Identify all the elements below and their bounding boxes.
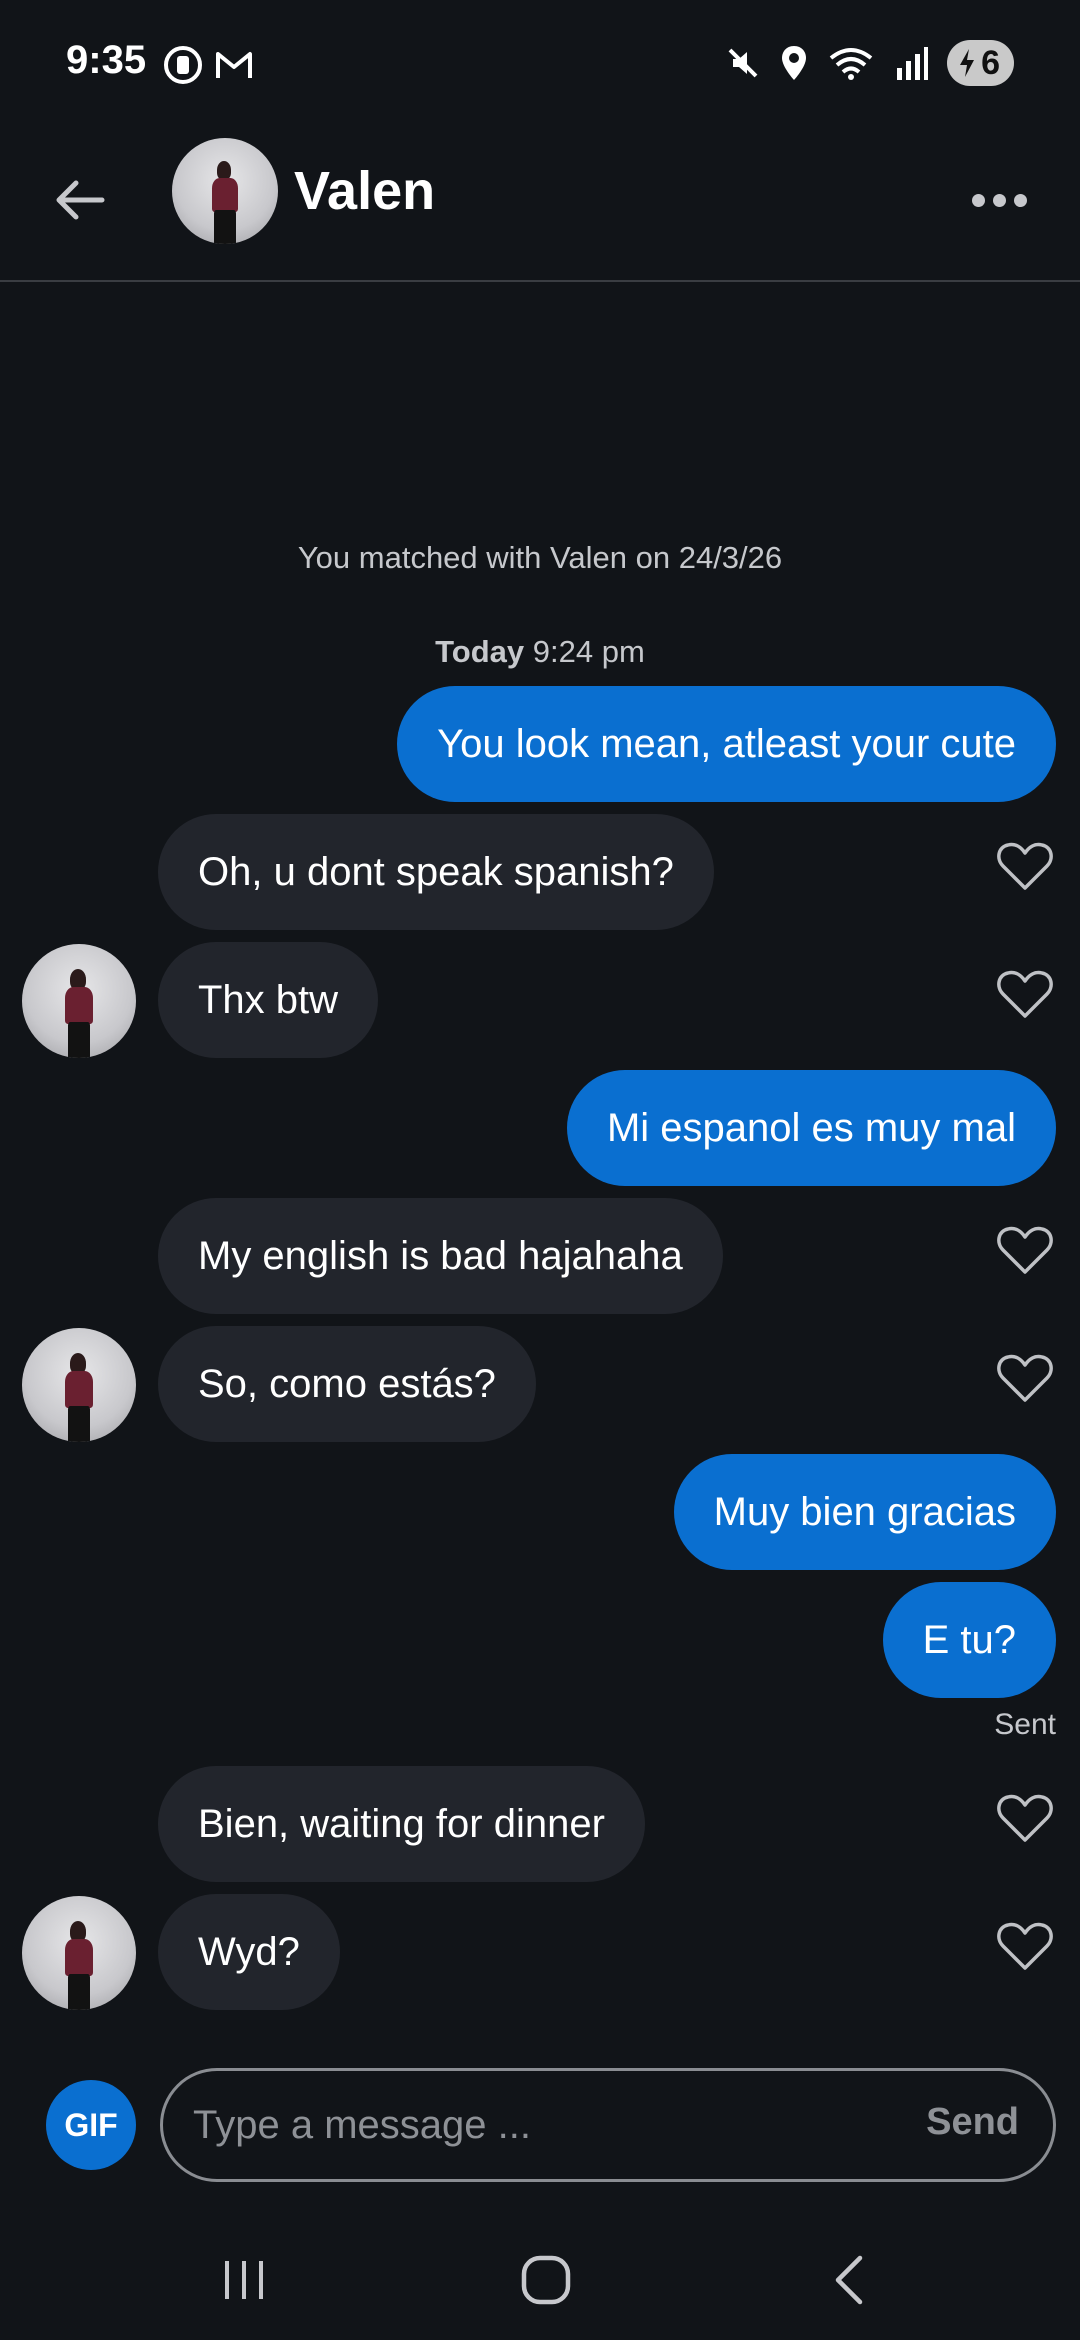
avatar[interactable] [172, 138, 278, 244]
heart-icon[interactable] [996, 968, 1054, 1020]
message-text: My english is bad hajahaha [198, 1233, 683, 1278]
home-icon [521, 2255, 571, 2305]
sent-status: Sent [994, 1708, 1056, 1741]
message-input[interactable] [193, 2071, 893, 2179]
system-icons: 6 [725, 40, 1014, 86]
avatar-photo [22, 1328, 136, 1442]
battery-charging-icon [960, 49, 975, 77]
mute-icon [728, 48, 758, 78]
date-day: Today [435, 634, 525, 669]
more-horizontal-icon [971, 193, 985, 207]
message-bubble-outgoing[interactable]: E tu? [882, 1582, 1056, 1698]
heart-icon[interactable] [996, 1920, 1054, 1972]
back-button[interactable] [50, 170, 110, 230]
recent-apps-button[interactable] [204, 2240, 284, 2320]
message-text: You look mean, atleast your cute [437, 721, 1016, 766]
avatar[interactable] [22, 944, 136, 1058]
message-text: Bien, waiting for dinner [198, 1801, 605, 1846]
recent-apps-icon [225, 2261, 263, 2299]
notification-icons [162, 44, 254, 86]
message-bubble-incoming[interactable]: Thx btw [158, 942, 379, 1058]
arrow-left-icon [56, 180, 105, 220]
avatar-photo [22, 1896, 136, 2010]
date-time: 9:24 pm [532, 634, 645, 669]
back-nav-button[interactable] [810, 2240, 890, 2320]
avatar-photo [172, 138, 278, 244]
date-divider: Today 9:24 pm [0, 634, 1080, 670]
message-bubble-incoming[interactable]: Bien, waiting for dinner [158, 1766, 645, 1882]
battery-indicator: 6 [947, 40, 1014, 86]
message-bubble-incoming[interactable]: So, como estás? [158, 1326, 536, 1442]
message-text: So, como estás? [198, 1361, 496, 1406]
contact-name[interactable]: Valen [294, 160, 435, 222]
home-button[interactable] [506, 2240, 586, 2320]
battery-level: 6 [981, 43, 1000, 82]
system-nav-bar [0, 2220, 1080, 2340]
heart-icon[interactable] [996, 840, 1054, 892]
status-time: 9:35 [66, 38, 147, 82]
wifi-icon [829, 48, 873, 80]
avatar[interactable] [22, 1328, 136, 1442]
heart-icon[interactable] [996, 1792, 1054, 1844]
heart-icon[interactable] [996, 1352, 1054, 1404]
location-icon [782, 46, 807, 80]
status-bar: 9:35 6 [0, 0, 1080, 130]
gmail-icon [216, 52, 252, 78]
match-notice: You matched with Valen on 24/3/26 [297, 540, 783, 575]
message-text: Mi espanol es muy mal [606, 1105, 1016, 1150]
message-composer: Send [160, 2068, 1056, 2182]
message-bubble-outgoing[interactable]: Mi espanol es muy mal [566, 1070, 1056, 1186]
avatar-photo [22, 944, 136, 1058]
more-options-button[interactable] [964, 170, 1034, 230]
heart-icon[interactable] [996, 1224, 1054, 1276]
message-text: Thx btw [198, 977, 339, 1022]
avatar[interactable] [22, 1896, 136, 2010]
signal-icon [897, 47, 929, 80]
chat-header: Valen [0, 130, 1080, 282]
message-bubble-incoming[interactable]: Oh, u dont speak spanish? [158, 814, 714, 930]
message-text: Oh, u dont speak spanish? [198, 849, 674, 894]
message-text: E tu? [922, 1617, 1016, 1662]
message-text: Muy bien gracias [713, 1489, 1016, 1534]
message-bubble-outgoing[interactable]: Muy bien gracias [673, 1454, 1056, 1570]
whatsapp-icon [164, 46, 202, 84]
message-bubble-outgoing[interactable]: You look mean, atleast your cute [397, 686, 1056, 802]
message-bubble-incoming[interactable]: My english is bad hajahaha [158, 1198, 723, 1314]
send-button[interactable]: Send [926, 2101, 1019, 2144]
chevron-left-icon [835, 2255, 863, 2305]
message-text: Wyd? [198, 1929, 300, 1974]
message-bubble-incoming[interactable]: Wyd? [158, 1894, 340, 2010]
gif-button[interactable]: GIF [46, 2080, 136, 2170]
